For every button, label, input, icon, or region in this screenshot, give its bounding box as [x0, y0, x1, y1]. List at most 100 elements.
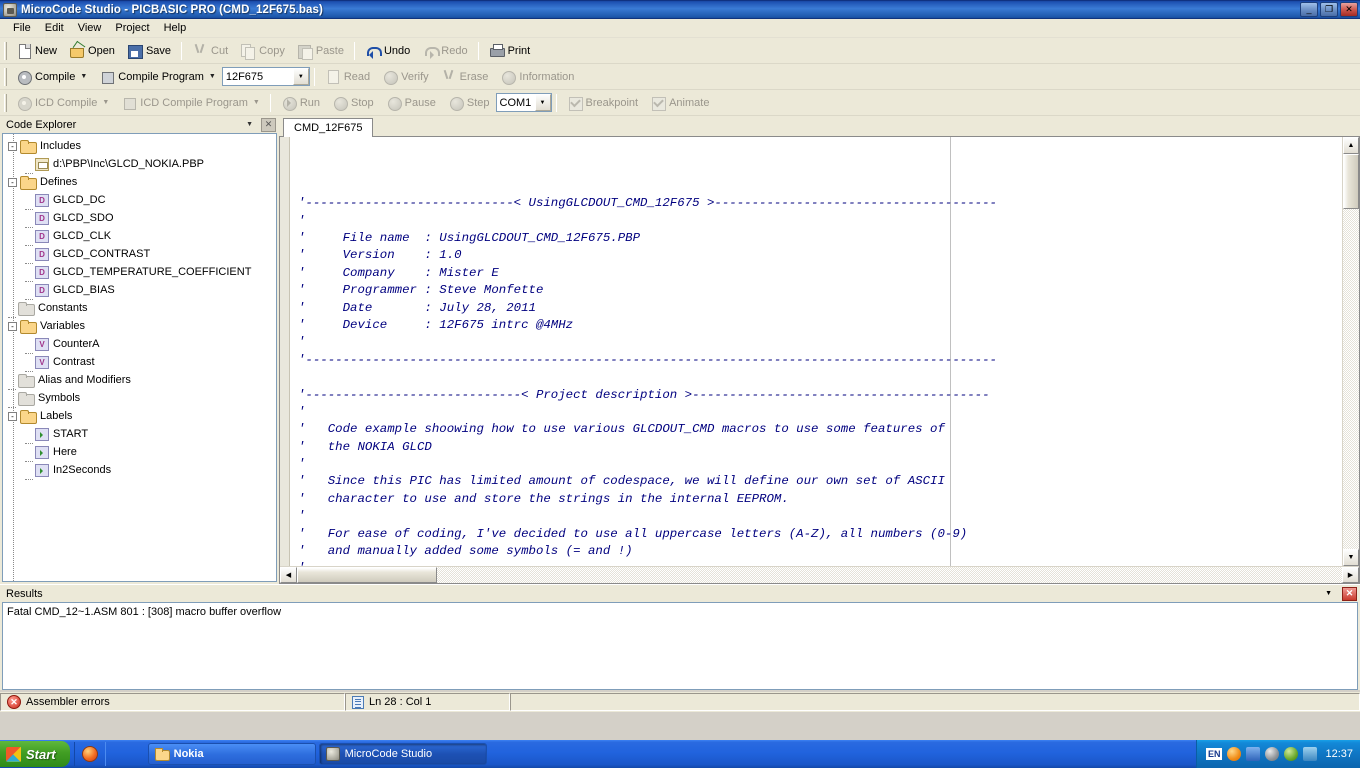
scroll-up-button[interactable]: ▲: [1343, 137, 1359, 154]
tree-item-in2seconds[interactable]: In2Seconds: [3, 461, 276, 479]
tree-item-alias-and-modifiers[interactable]: Alias and Modifiers: [3, 371, 276, 389]
tree-item-start[interactable]: START: [3, 425, 276, 443]
chevron-down-icon[interactable]: ▼: [80, 73, 87, 80]
tree-item-includes[interactable]: -Includes: [3, 137, 276, 155]
tree-expander-icon[interactable]: -: [8, 412, 17, 421]
chevron-down-icon[interactable]: ▼: [1325, 590, 1332, 597]
tree-item-glcd-temperature-coefficient[interactable]: DGLCD_TEMPERATURE_COEFFICIENT: [3, 263, 276, 281]
scroll-down-button[interactable]: ▼: [1343, 549, 1359, 566]
cut-button: Cut: [186, 40, 234, 62]
tree-expander-icon[interactable]: -: [8, 178, 17, 187]
scroll-right-button[interactable]: ▶: [1342, 567, 1359, 583]
taskbar-item-nokia[interactable]: Nokia: [148, 743, 316, 765]
code-line: '----------------------------< UsingGLCD…: [298, 195, 1342, 212]
avg-icon[interactable]: [1227, 747, 1241, 761]
toolbar-grip[interactable]: [4, 42, 7, 60]
tree-item-constants[interactable]: Constants: [3, 299, 276, 317]
tree-item-variables[interactable]: -Variables: [3, 317, 276, 335]
menu-item-edit[interactable]: Edit: [38, 20, 71, 36]
window-controls: _ ❐ ✕: [1300, 2, 1358, 17]
define-icon: D: [35, 194, 49, 207]
toolbar-separator: [354, 42, 355, 60]
minimize-button[interactable]: _: [1300, 2, 1318, 17]
main-body: Code Explorer ▼ ✕ -Includesd:\PBP\Inc\GL…: [0, 116, 1360, 584]
network-icon[interactable]: [1246, 747, 1260, 761]
tree-item-symbols[interactable]: Symbols: [3, 389, 276, 407]
chevron-down-icon[interactable]: ▼: [209, 73, 216, 80]
close-icon[interactable]: ✕: [1342, 587, 1357, 601]
code-area[interactable]: '----------------------------< UsingGLCD…: [290, 137, 1342, 566]
close-button[interactable]: ✕: [1340, 2, 1358, 17]
editor-horizontal-scrollbar[interactable]: ◀ ▶: [280, 566, 1359, 583]
toolbar-grip[interactable]: [4, 68, 7, 86]
open-button[interactable]: Open: [63, 40, 121, 62]
editor-vertical-scrollbar[interactable]: ▲ ▼: [1342, 137, 1359, 566]
label-arrow-icon: [35, 446, 49, 459]
horizontal-scroll-thumb[interactable]: [297, 567, 437, 583]
firefox-icon[interactable]: [82, 746, 98, 762]
taskbar-clock[interactable]: 12:37: [1325, 748, 1353, 760]
chevron-down-icon[interactable]: ▼: [246, 121, 253, 128]
save-button[interactable]: Save: [121, 40, 177, 62]
tree-item-countera[interactable]: VCounterA: [3, 335, 276, 353]
undo-button-label: Undo: [384, 45, 410, 57]
tree-item-labels[interactable]: - Labels: [3, 407, 276, 425]
status-assembler-errors[interactable]: ✕ Assembler errors: [0, 693, 345, 711]
paste-button-label: Paste: [316, 45, 344, 57]
toolbar-grip[interactable]: [4, 94, 7, 112]
paste-icon: [297, 43, 313, 59]
compile-button[interactable]: Compile ▼: [10, 66, 93, 88]
tree-item-glcd-clk[interactable]: DGLCD_CLK: [3, 227, 276, 245]
menu-item-file[interactable]: File: [6, 20, 38, 36]
taskbar-item-microcode-studio-label: MicroCode Studio: [345, 748, 432, 760]
start-button[interactable]: Start: [0, 741, 70, 767]
code-explorer-tree[interactable]: -Includesd:\PBP\Inc\GLCD_NOKIA.PBP-Defin…: [2, 133, 277, 582]
new-button[interactable]: New: [10, 40, 63, 62]
tree-item-glcd-contrast[interactable]: DGLCD_CONTRAST: [3, 245, 276, 263]
tree-item-d-pbp-inc-glcd-nokia-pbp[interactable]: d:\PBP\Inc\GLCD_NOKIA.PBP: [3, 155, 276, 173]
editor-frame: '----------------------------< UsingGLCD…: [279, 136, 1360, 584]
chevron-down-icon[interactable]: ▼: [535, 94, 551, 111]
tree-expander-icon[interactable]: -: [8, 142, 17, 151]
tree-item-contrast[interactable]: VContrast: [3, 353, 276, 371]
run-button-label: Run: [300, 97, 320, 109]
tree-item-here[interactable]: Here: [3, 443, 276, 461]
port-selector[interactable]: COM1 ▼: [496, 93, 552, 112]
tree-expander-icon[interactable]: -: [8, 322, 17, 331]
tree-item-glcd-sdo[interactable]: DGLCD_SDO: [3, 209, 276, 227]
results-title: Results: [6, 588, 1325, 600]
erase-button-label: Erase: [460, 71, 489, 83]
language-indicator[interactable]: EN: [1206, 748, 1223, 760]
breakpoint-button: Breakpoint: [561, 92, 645, 114]
scroll-left-button[interactable]: ◀: [280, 567, 297, 583]
usb-icon[interactable]: [1284, 747, 1298, 761]
tab-cmd-12f675[interactable]: CMD_12F675: [283, 118, 373, 137]
device-selector[interactable]: 12F675 ▼: [222, 67, 310, 86]
tree-item-label: START: [53, 428, 88, 440]
vertical-scroll-thumb[interactable]: [1343, 154, 1359, 209]
restore-button[interactable]: ❐: [1320, 2, 1338, 17]
close-icon[interactable]: ✕: [261, 118, 276, 132]
disc-icon[interactable]: [1265, 747, 1279, 761]
print-button[interactable]: Print: [483, 40, 537, 62]
menu-item-project[interactable]: Project: [108, 20, 156, 36]
results-body[interactable]: Fatal CMD_12~1.ASM 801 : [308] macro buf…: [2, 602, 1358, 690]
tree-item-label: Labels: [40, 410, 72, 422]
menu-bar: File Edit View Project Help: [0, 19, 1360, 38]
tree-item-glcd-bias[interactable]: DGLCD_BIAS: [3, 281, 276, 299]
information-button-label: Information: [519, 71, 574, 83]
display-icon[interactable]: [1303, 747, 1317, 761]
compile-program-button[interactable]: Compile Program ▼: [93, 66, 222, 88]
undo-button[interactable]: Undo: [359, 40, 416, 62]
define-icon: D: [35, 230, 49, 243]
tree-item-glcd-dc[interactable]: DGLCD_DC: [3, 191, 276, 209]
menu-item-help[interactable]: Help: [157, 20, 194, 36]
compile-gear-icon: [16, 69, 32, 85]
code-line: ' character to use and store the strings…: [298, 491, 1342, 508]
tree-item-defines[interactable]: -Defines: [3, 173, 276, 191]
chevron-down-icon: ▼: [253, 99, 260, 106]
taskbar-item-microcode-studio[interactable]: MicroCode Studio: [319, 743, 487, 765]
printer-icon: [489, 43, 505, 59]
chevron-down-icon[interactable]: ▼: [293, 68, 309, 85]
menu-item-view[interactable]: View: [71, 20, 109, 36]
